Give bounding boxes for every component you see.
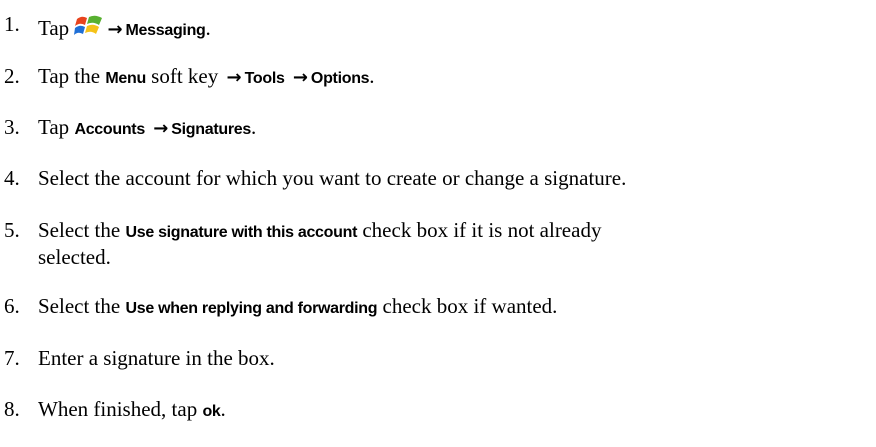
right-arrow-icon: →: [226, 67, 242, 88]
step-number: 5.: [4, 218, 20, 242]
step-word: Tap: [38, 115, 70, 139]
ui-label-tools: Tools: [244, 70, 285, 87]
step-word: Tap: [38, 16, 70, 40]
ui-label-messaging: Messaging: [125, 22, 206, 39]
step-number: 2.: [4, 64, 20, 88]
step-text: Select the account for which you want to…: [38, 166, 627, 190]
step-number: 7.: [4, 346, 20, 370]
ui-label-accounts: Accounts: [74, 121, 145, 138]
step-text: Select the Use signature with this accou…: [38, 218, 874, 270]
punctuation: .: [205, 16, 211, 40]
right-arrow-icon: →: [292, 67, 308, 88]
step-word: When finished, tap: [38, 397, 198, 421]
step-word: check box if it is not already: [362, 218, 602, 242]
step-number: 6.: [4, 294, 20, 318]
step-text: When finished, tap ok.: [38, 397, 874, 424]
right-arrow-icon: →: [153, 118, 169, 139]
ui-label-options: Options: [310, 70, 370, 87]
ui-label-menu: Menu: [105, 70, 146, 87]
step-text: Enter a signature in the box.: [38, 346, 275, 370]
windows-start-icon: [74, 12, 104, 38]
step-word: Tap the: [38, 64, 101, 88]
ui-label-use-signature: Use signature with this account: [125, 224, 358, 241]
step-number: 8.: [4, 397, 20, 421]
instruction-document: 1. Tap → Messaging. 2. Tap the Menu soft …: [0, 0, 876, 447]
step-word: Select the: [38, 218, 121, 242]
step-text: Tap the Menu soft key → Tools → Options.: [38, 64, 874, 91]
step-text: Tap Accounts → Signatures.: [38, 115, 874, 142]
step-word: selected.: [38, 245, 111, 269]
right-arrow-icon: →: [107, 19, 123, 40]
step-word: soft key: [151, 64, 219, 88]
step-word: Select the: [38, 294, 121, 318]
step-text: Select the Use when replying and forward…: [38, 294, 874, 321]
step-number: 1.: [4, 12, 20, 36]
punctuation: .: [220, 397, 226, 421]
punctuation: .: [369, 64, 375, 88]
ui-label-use-when-replying: Use when replying and forwarding: [125, 300, 378, 317]
step-number: 4.: [4, 166, 20, 190]
punctuation: .: [250, 115, 257, 139]
step-text: Tap → Messaging.: [38, 12, 874, 43]
ui-label-signatures: Signatures: [171, 121, 251, 138]
step-word: check box if wanted.: [382, 294, 558, 318]
ui-label-ok: ok: [202, 403, 221, 420]
step-number: 3.: [4, 115, 20, 139]
